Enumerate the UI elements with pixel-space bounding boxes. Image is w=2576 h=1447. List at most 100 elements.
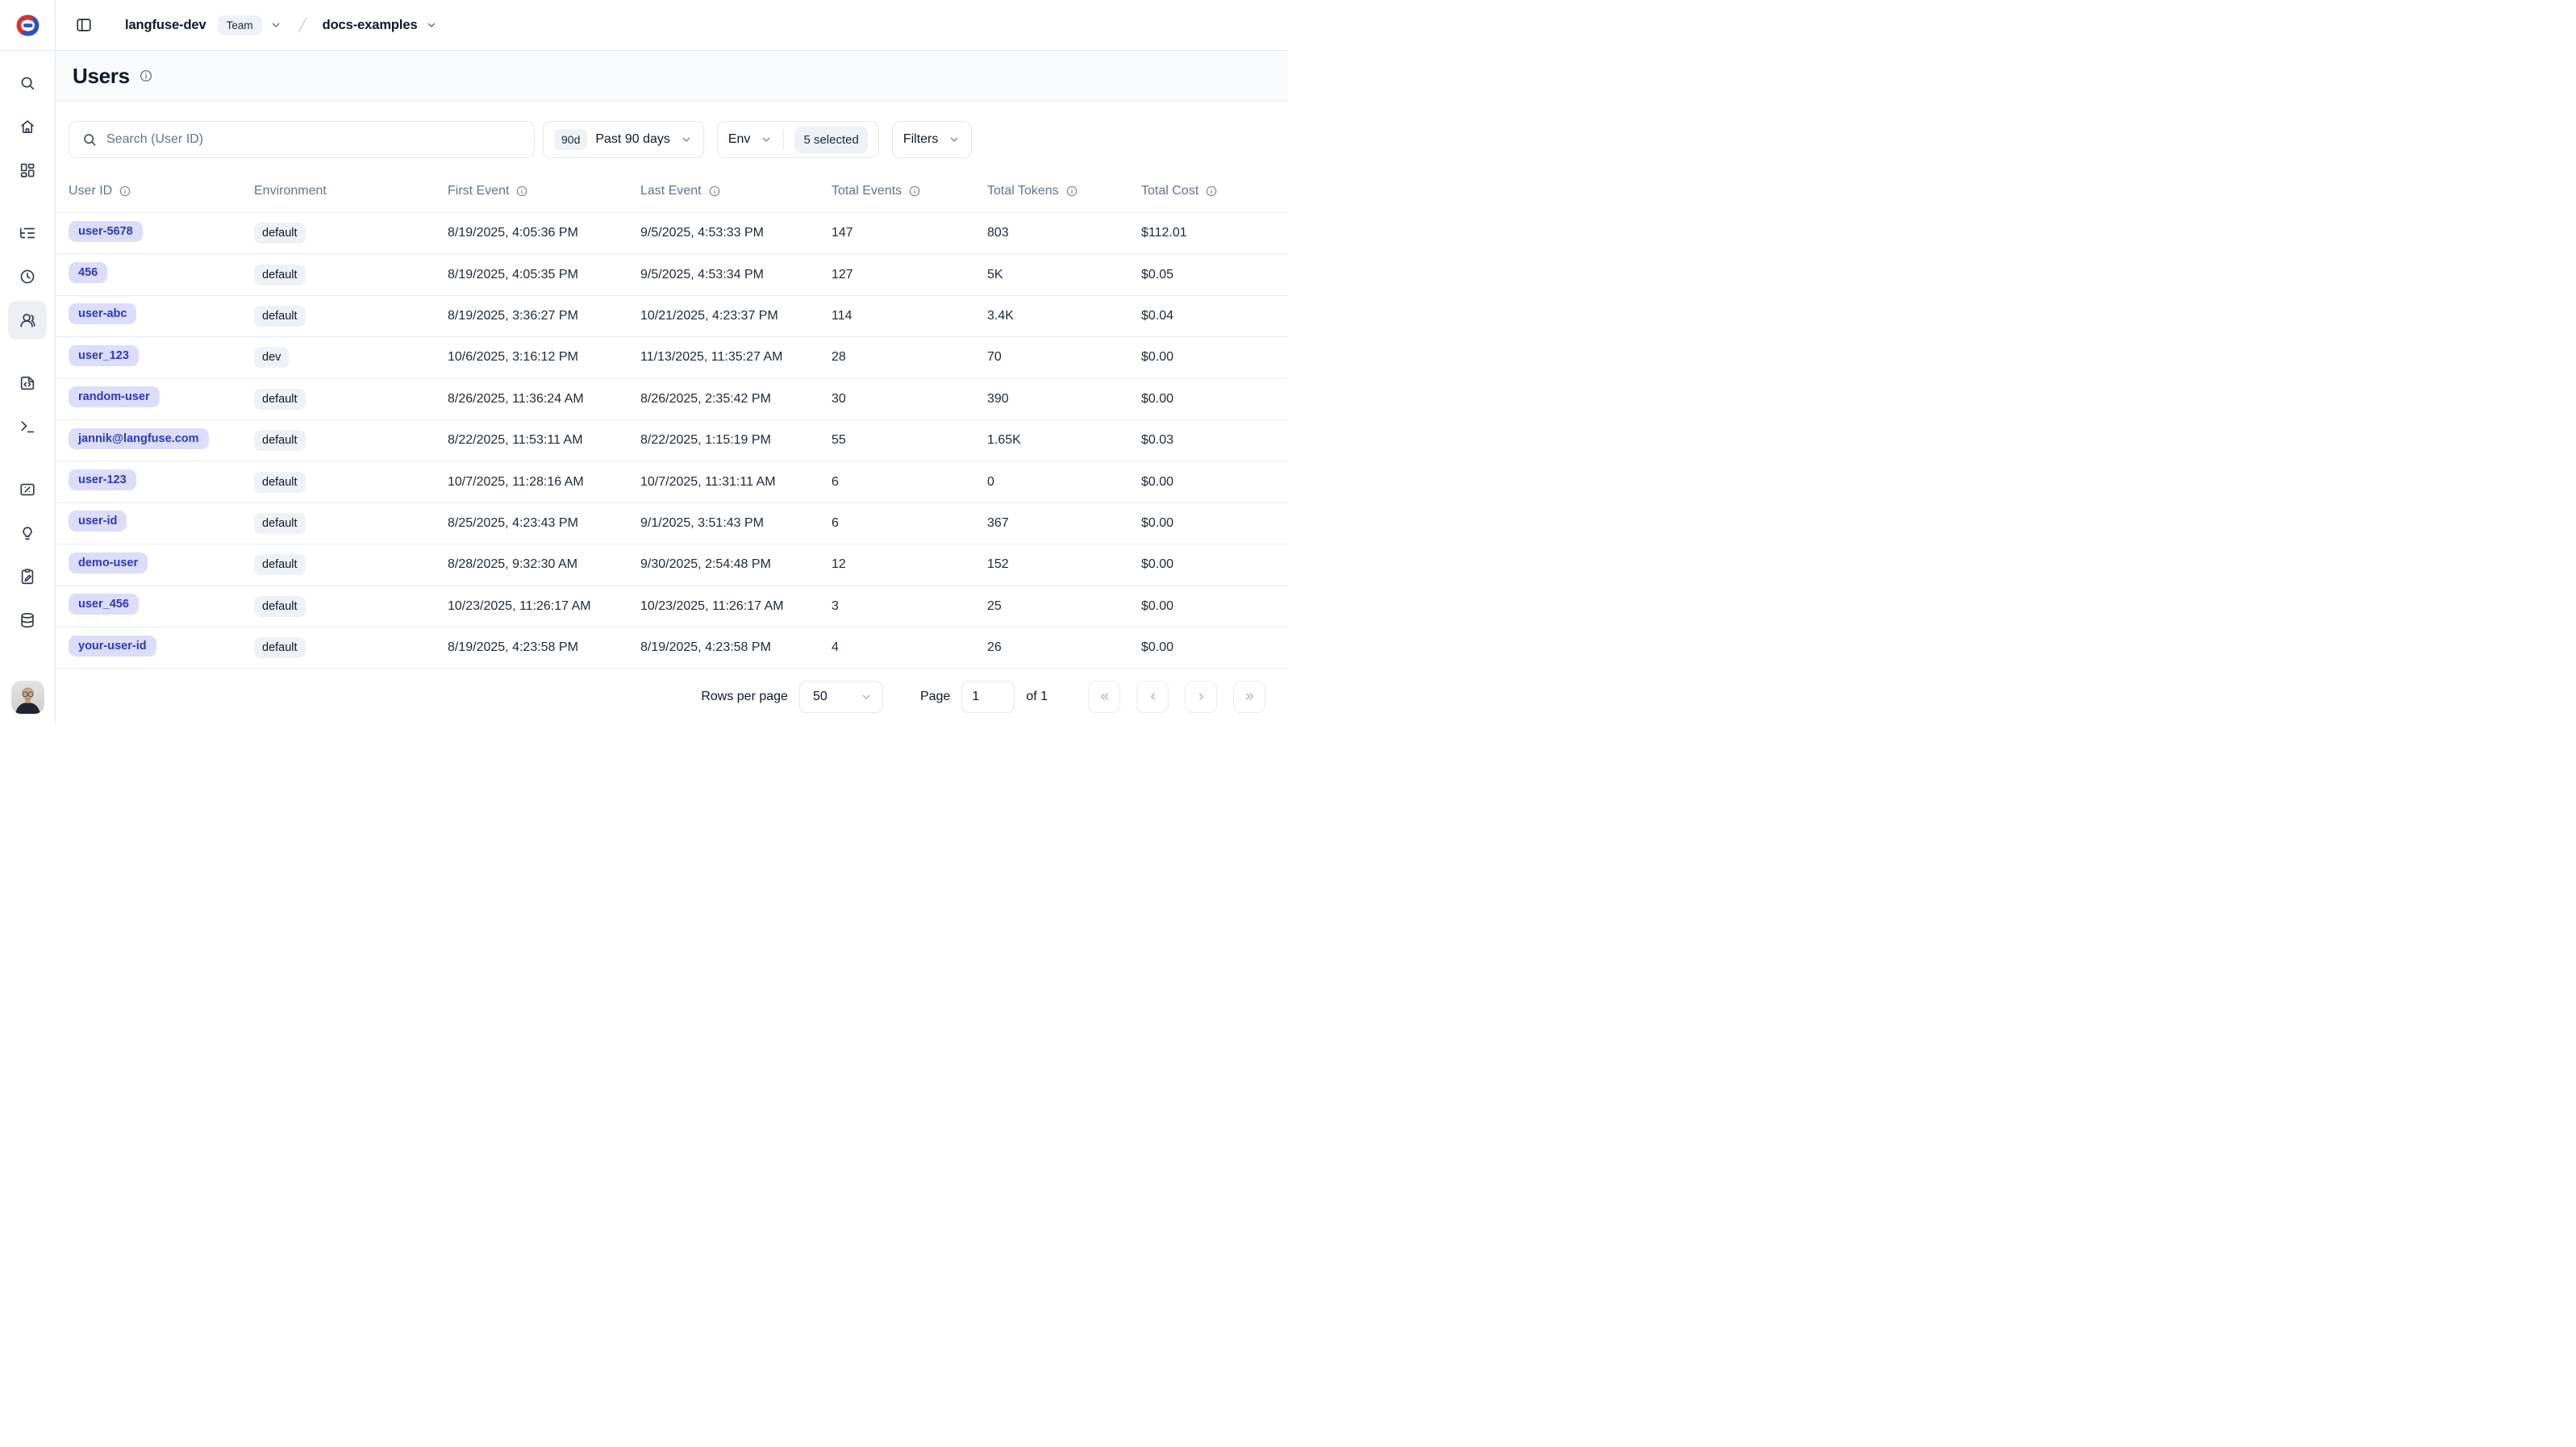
user-id-badge[interactable]: your-user-id: [69, 636, 156, 657]
sidebar-item-users[interactable]: [8, 301, 47, 340]
page-title: Users: [73, 64, 130, 89]
search-box[interactable]: [69, 121, 535, 158]
info-icon[interactable]: [1205, 185, 1218, 198]
sidebar-item-datasets[interactable]: [8, 601, 47, 640]
last-event-cell: 10/23/2025, 11:26:17 AM: [640, 599, 832, 614]
column-header-user-id[interactable]: User ID: [69, 184, 254, 198]
total-cost-cell: $0.00: [1141, 392, 1275, 407]
search-input[interactable]: [106, 132, 522, 147]
sessions-icon: [19, 268, 36, 286]
chevron-left-button[interactable]: [1136, 681, 1169, 713]
user-avatar[interactable]: [11, 681, 44, 714]
first-event-cell: 8/19/2025, 4:23:58 PM: [448, 640, 640, 655]
page-number-input[interactable]: [961, 681, 1015, 713]
chevrons-right-button[interactable]: [1233, 681, 1265, 713]
chevron-right-button[interactable]: [1185, 681, 1217, 713]
total-events-cell: 147: [832, 226, 987, 240]
pagination-nav: [1088, 681, 1265, 713]
total-cost-cell: $0.03: [1141, 433, 1275, 448]
user-id-badge[interactable]: random-user: [69, 386, 160, 407]
chevron-down-icon[interactable]: [425, 19, 438, 31]
sidebar-toggle-button[interactable]: [69, 10, 98, 40]
environment-badge: default: [254, 389, 306, 410]
environment-badge: default: [254, 265, 306, 286]
table-row[interactable]: user-id default 8/25/2025, 4:23:43 PM 9/…: [56, 503, 1288, 544]
table-row[interactable]: user-abc default 8/19/2025, 3:36:27 PM 1…: [56, 296, 1288, 337]
environment-filter-button[interactable]: Env 5 selected: [717, 121, 879, 158]
column-header-total-events[interactable]: Total Events: [832, 184, 987, 198]
table-row[interactable]: demo-user default 8/28/2025, 9:32:30 AM …: [56, 544, 1288, 586]
table-row[interactable]: random-user default 8/26/2025, 11:36:24 …: [56, 379, 1288, 420]
user-id-badge[interactable]: jannik@langfuse.com: [69, 428, 209, 449]
first-event-cell: 10/6/2025, 3:16:12 PM: [448, 350, 640, 365]
chevron-down-icon: [760, 133, 773, 146]
first-event-cell: 8/19/2025, 4:05:35 PM: [448, 268, 640, 282]
info-icon[interactable]: [515, 185, 528, 198]
sidebar-nav: [8, 0, 47, 640]
sidebar-item-annotation[interactable]: [8, 557, 47, 596]
user-id-badge[interactable]: user-abc: [69, 303, 136, 324]
total-events-cell: 3: [832, 599, 987, 614]
column-header-last-event[interactable]: Last Event: [640, 184, 832, 198]
user-id-badge[interactable]: demo-user: [69, 553, 148, 573]
sidebar-item-playground[interactable]: [8, 407, 47, 446]
sidebar-item-evaluation[interactable]: [8, 514, 47, 553]
column-header-total-tokens[interactable]: Total Tokens: [987, 184, 1141, 198]
info-icon[interactable]: [1065, 185, 1078, 198]
timerange-filter-button[interactable]: 90d Past 90 days: [543, 121, 704, 158]
page-header: Users: [56, 51, 1288, 102]
users-table: User ID Environment First Event Last Eve…: [56, 169, 1288, 669]
first-event-cell: 8/22/2025, 11:53:11 AM: [448, 433, 640, 448]
total-events-cell: 4: [832, 640, 987, 655]
last-event-cell: 9/5/2025, 4:53:33 PM: [640, 226, 832, 240]
last-event-cell: 9/30/2025, 2:54:48 PM: [640, 557, 832, 572]
users-icon: [19, 311, 36, 329]
chevron-down-icon: [680, 133, 693, 146]
sidebar-item-dashboards[interactable]: [8, 151, 47, 190]
table-row[interactable]: your-user-id default 8/19/2025, 4:23:58 …: [56, 628, 1288, 669]
sidebar-item-prompts[interactable]: [8, 364, 47, 402]
user-id-badge[interactable]: user-id: [69, 511, 127, 532]
filters-button[interactable]: Filters: [892, 121, 973, 158]
last-event-cell: 10/21/2025, 4:23:37 PM: [640, 309, 832, 323]
tracing-icon: [19, 224, 36, 242]
rows-per-page-select[interactable]: 50: [799, 681, 883, 713]
top-bar: langfuse-dev Team docs-examples: [0, 0, 1288, 51]
total-cost-cell: $0.00: [1141, 350, 1275, 365]
table-row[interactable]: user_456 default 10/23/2025, 11:26:17 AM…: [56, 586, 1288, 628]
info-icon[interactable]: [708, 185, 721, 198]
user-id-badge[interactable]: user-123: [69, 469, 136, 490]
total-tokens-cell: 390: [987, 392, 1141, 407]
column-header-label: Environment: [254, 184, 327, 198]
table-row[interactable]: user-123 default 10/7/2025, 11:28:16 AM …: [56, 461, 1288, 502]
table-row[interactable]: user_123 dev 10/6/2025, 3:16:12 PM 11/13…: [56, 337, 1288, 378]
total-tokens-cell: 70: [987, 350, 1141, 365]
info-icon[interactable]: [908, 185, 921, 198]
user-id-badge[interactable]: user_456: [69, 594, 139, 615]
user-id-badge[interactable]: user_123: [69, 345, 139, 366]
project-name[interactable]: docs-examples: [323, 18, 418, 33]
column-header-total-cost[interactable]: Total Cost: [1141, 184, 1275, 198]
sidebar: [0, 0, 56, 724]
column-header-environment[interactable]: Environment: [254, 184, 448, 198]
info-icon[interactable]: [139, 69, 153, 83]
sidebar-item-sessions[interactable]: [8, 257, 47, 296]
info-icon[interactable]: [119, 185, 131, 198]
total-events-cell: 12: [832, 557, 987, 572]
table-row[interactable]: 456 default 8/19/2025, 4:05:35 PM 9/5/20…: [56, 254, 1288, 295]
table-row[interactable]: user-5678 default 8/19/2025, 4:05:36 PM …: [56, 213, 1288, 254]
sidebar-item-tracing[interactable]: [8, 214, 47, 252]
first-event-cell: 8/19/2025, 3:36:27 PM: [448, 309, 640, 323]
sidebar-item-search[interactable]: [8, 64, 47, 102]
user-id-badge[interactable]: user-5678: [69, 221, 143, 242]
column-header-first-event[interactable]: First Event: [448, 184, 640, 198]
sidebar-item-scores[interactable]: [8, 470, 47, 509]
first-event-cell: 8/26/2025, 11:36:24 AM: [448, 392, 640, 407]
chevron-down-icon[interactable]: [269, 19, 282, 31]
chevrons-left-button[interactable]: [1088, 681, 1120, 713]
chevrons-right-icon: [1243, 690, 1257, 703]
org-name[interactable]: langfuse-dev: [125, 18, 206, 33]
sidebar-item-home[interactable]: [8, 107, 47, 146]
user-id-badge[interactable]: 456: [69, 262, 107, 283]
table-row[interactable]: jannik@langfuse.com default 8/22/2025, 1…: [56, 420, 1288, 461]
